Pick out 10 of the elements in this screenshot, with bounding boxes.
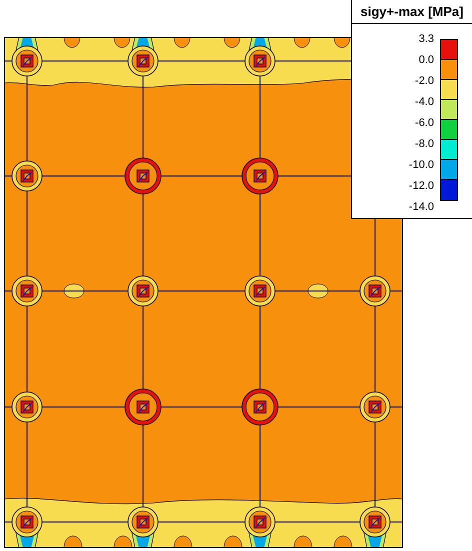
legend-tick-label: -12.0 (408, 179, 434, 194)
legend-title: sigy+-max [MPa] (360, 2, 464, 21)
legend-tick-label: 0.0 (418, 53, 434, 68)
legend-tick-label: -4.0 (415, 95, 434, 110)
legend-tick-label: -14.0 (408, 200, 434, 215)
legend-tick-label: -10.0 (408, 158, 434, 173)
legend-tick-label: -2.0 (415, 74, 434, 89)
legend-tick-label: 3.3 (418, 32, 434, 47)
legend-tick-label: -8.0 (415, 137, 434, 152)
legend-tick-label: -6.0 (415, 116, 434, 131)
